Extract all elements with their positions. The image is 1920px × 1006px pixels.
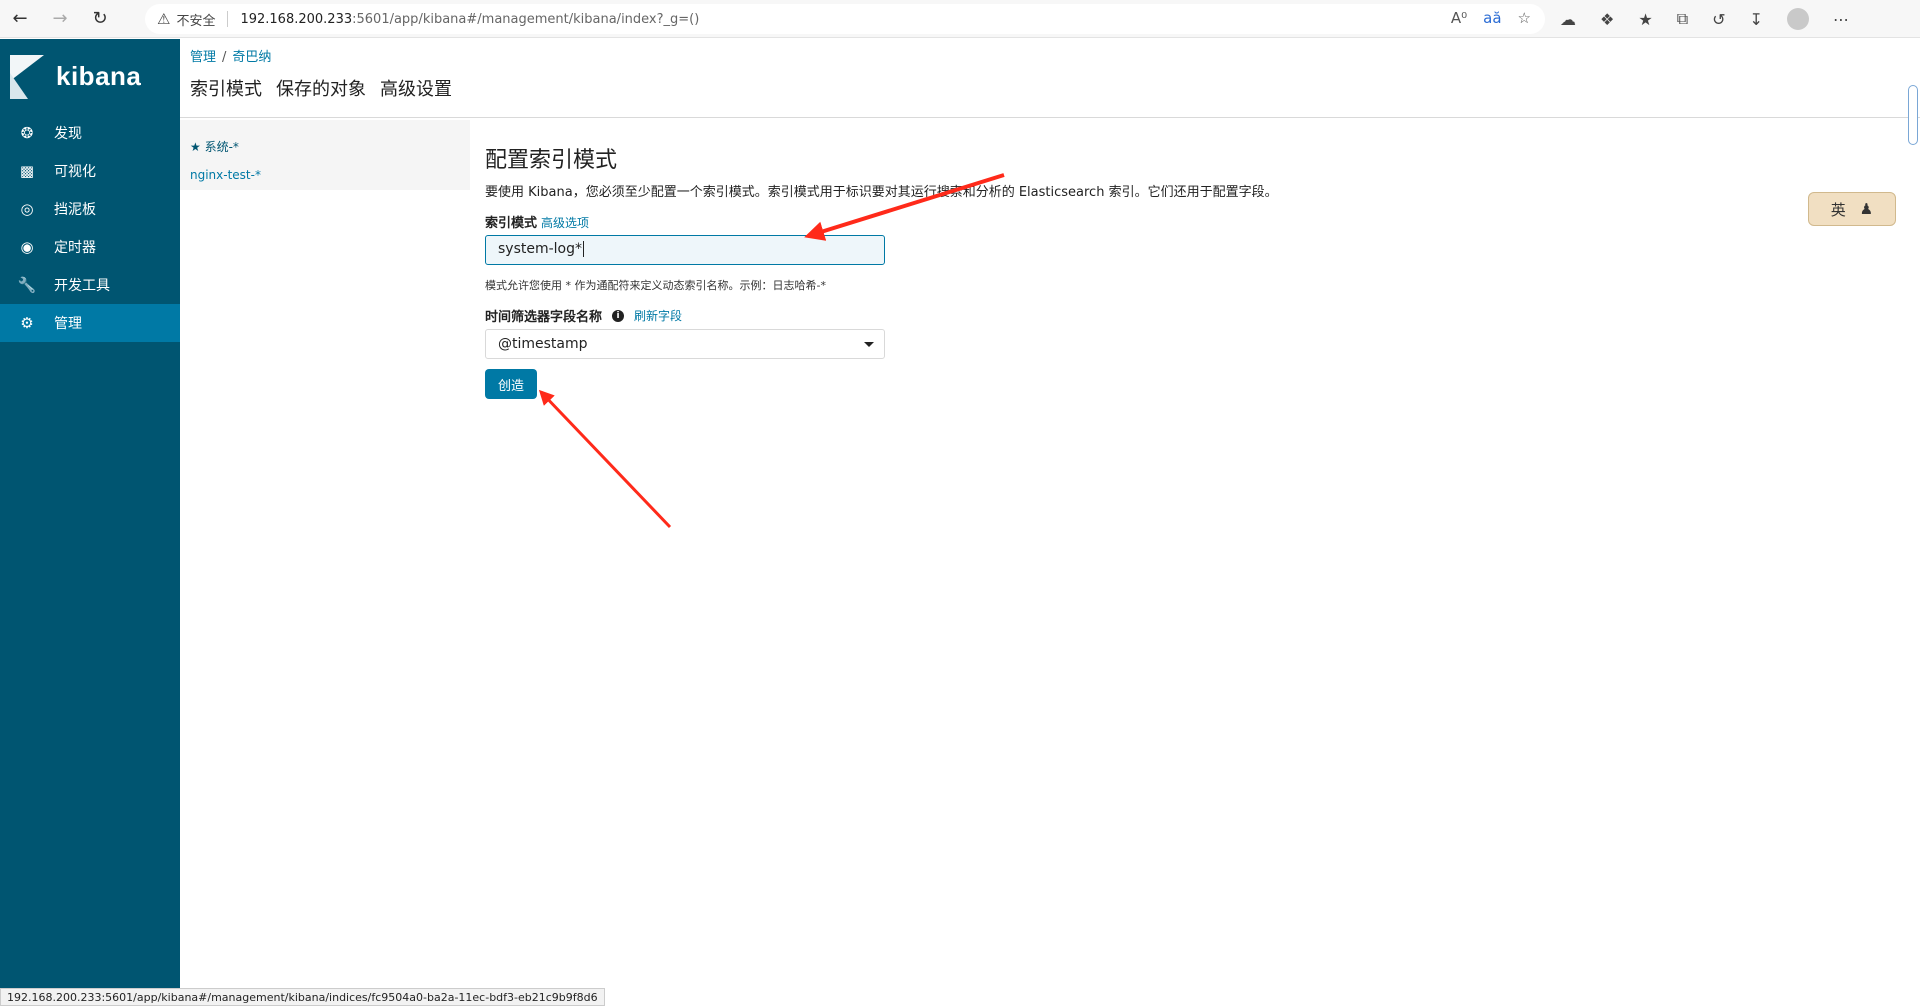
index-pattern-label-text: 索引模式 <box>485 216 538 231</box>
info-icon[interactable]: i <box>612 309 625 322</box>
refresh-fields-link[interactable]: 刷新字段 <box>634 307 682 324</box>
page-description: 要使用 Kibana，您必须至少配置一个索引模式。索引模式用于标识要对其运行搜索… <box>485 185 1278 200</box>
index-pattern-input[interactable]: system-log* <box>485 235 885 265</box>
header-divider <box>180 117 1920 118</box>
downloads-icon[interactable]: ↧ <box>1750 10 1763 29</box>
address-actions: A⁰ aă ☆ <box>1451 9 1531 27</box>
breadcrumb-root[interactable]: 管理 <box>190 50 216 65</box>
index-pattern-default[interactable]: ★ 系统-* <box>190 138 239 155</box>
time-field-label-text: 时间筛选器字段名称 <box>485 310 603 325</box>
sidebar-item-management[interactable]: ⚙ 管理 <box>0 304 180 342</box>
profile-avatar[interactable] <box>1786 8 1809 30</box>
dashboard-icon: ◎ <box>20 200 34 218</box>
sidebar-item-label: 可视化 <box>54 164 96 180</box>
breadcrumb-separator: / <box>222 50 227 65</box>
url-host: 192.168.200.233 <box>240 11 353 27</box>
ime-toolbar[interactable]: 英 ♟ <box>1808 192 1896 226</box>
tab-advanced-settings[interactable]: 高级设置 <box>380 75 452 101</box>
wrench-icon: 🔧 <box>17 276 37 294</box>
index-pattern-input-value: system-log* <box>498 241 583 257</box>
url-path: :5601/app/kibana#/management/kibana/inde… <box>352 11 700 27</box>
scrollbar-thumb[interactable] <box>1908 85 1918 145</box>
time-field-label: 时间筛选器字段名称 i 刷新字段 <box>485 306 682 325</box>
page-title: 配置索引模式 <box>485 148 618 173</box>
address-bar[interactable]: ⚠ 不安全 192.168.200.233:5601/app/kibana#/m… <box>145 4 1545 34</box>
tab-index-patterns[interactable]: 索引模式 <box>190 75 262 101</box>
status-bar-link: 192.168.200.233:5601/app/kibana#/managem… <box>0 988 605 1006</box>
browser-toolbar: ← → ↻ ⚠ 不安全 192.168.200.233:5601/app/kib… <box>0 0 1920 38</box>
sidebar-item-discover[interactable]: ❂ 发现 <box>0 114 180 152</box>
logo-text: kibana <box>56 61 142 91</box>
sidebar-item-label: 挡泥板 <box>54 202 96 218</box>
favorite-add-icon[interactable]: ☆ <box>1518 9 1531 27</box>
kibana-sidebar: kibana ❂ 发现 ▩ 可视化 ◎ 挡泥板 ◉ 定时器 🔧 开发工具 ⚙ 管… <box>0 39 180 1006</box>
reload-icon[interactable]: ↻ <box>80 0 120 38</box>
time-field-select[interactable]: @timestamp <box>485 329 885 359</box>
sidebar-item-dashboard[interactable]: ◎ 挡泥板 <box>0 190 180 228</box>
sidebar-item-dev-tools[interactable]: 🔧 开发工具 <box>0 266 180 304</box>
tab-saved-objects[interactable]: 保存的对象 <box>276 75 366 101</box>
sidebar-item-visualize[interactable]: ▩ 可视化 <box>0 152 180 190</box>
index-pattern-default-label: 系统-* <box>204 140 239 154</box>
index-pattern-label: 索引模式 高级选项 <box>485 212 589 231</box>
browser-extensions: ☁ ❖ ★ ⧉ ↺ ↧ ⋯ <box>1560 0 1849 38</box>
address-divider <box>227 11 229 27</box>
sidebar-item-label: 发现 <box>54 126 82 142</box>
cloud-icon[interactable]: ☁ <box>1560 10 1576 29</box>
gear-icon: ⚙ <box>20 314 34 332</box>
extensions-icon[interactable]: ❖ <box>1600 10 1614 29</box>
forward-icon[interactable]: → <box>40 0 80 38</box>
url-text: 192.168.200.233:5601/app/kibana#/managem… <box>240 12 699 27</box>
sidebar-item-timelion[interactable]: ◉ 定时器 <box>0 228 180 266</box>
sidebar-item-label: 管理 <box>54 316 82 332</box>
history-icon[interactable]: ↺ <box>1712 10 1725 29</box>
timelion-icon: ◉ <box>20 238 34 256</box>
caret-down-icon <box>864 342 874 347</box>
ime-shirt-icon: ♟ <box>1859 200 1874 218</box>
kibana-logo[interactable]: kibana <box>0 39 180 114</box>
index-pattern-item[interactable]: nginx-test-* <box>190 168 261 182</box>
compass-icon: ❂ <box>20 124 34 142</box>
annotation-arrow-create <box>538 389 672 529</box>
security-label: 不安全 <box>176 13 216 29</box>
warning-icon: ⚠ <box>157 10 171 28</box>
time-field-select-value: @timestamp <box>498 336 588 352</box>
create-button[interactable]: 创造 <box>485 369 537 399</box>
sidebar-item-label: 定时器 <box>54 240 96 256</box>
back-icon[interactable]: ← <box>0 0 40 38</box>
ime-lang-label: 英 <box>1830 200 1846 219</box>
management-tabs: 索引模式 保存的对象 高级设置 <box>190 75 452 101</box>
breadcrumb-current[interactable]: 奇巴纳 <box>232 50 271 65</box>
translate-icon[interactable]: aă <box>1483 9 1501 27</box>
collections-icon[interactable]: ⧉ <box>1677 9 1688 29</box>
breadcrumb: 管理 / 奇巴纳 <box>190 46 271 65</box>
more-menu-icon[interactable]: ⋯ <box>1833 10 1849 29</box>
kibana-logo-icon <box>10 54 44 99</box>
read-aloud-icon[interactable]: A⁰ <box>1451 9 1467 27</box>
advanced-options-link[interactable]: 高级选项 <box>541 216 589 230</box>
star-icon: ★ <box>190 140 201 154</box>
index-pattern-hint: 模式允许您使用 * 作为通配符来定义动态索引名称。示例：日志哈希-* <box>485 279 826 292</box>
text-caret <box>583 241 585 257</box>
bar-chart-icon: ▩ <box>19 162 35 180</box>
sidebar-item-label: 开发工具 <box>54 278 110 294</box>
favorites-icon[interactable]: ★ <box>1638 10 1652 29</box>
